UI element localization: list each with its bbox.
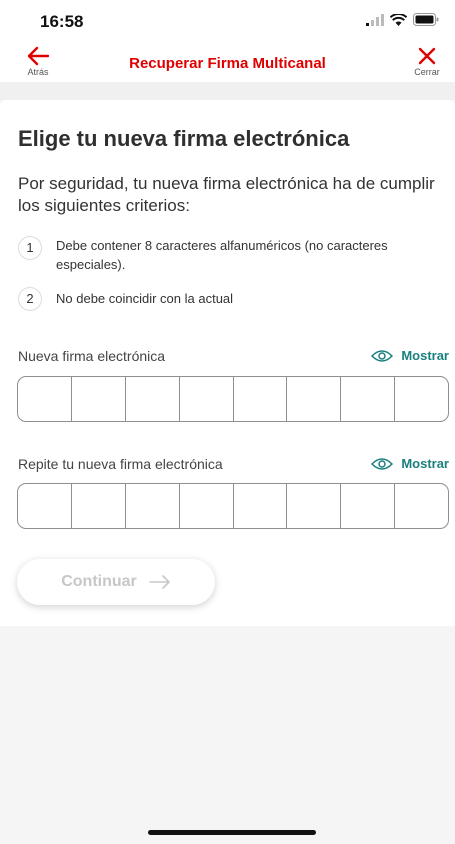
show-label: Mostrar (401, 456, 449, 471)
pin-cell[interactable] (341, 377, 396, 421)
criterion-item: 2 No debe coincidir con la actual (18, 287, 431, 311)
repeat-signature-label: Repite tu nueva firma electrónica (18, 456, 223, 472)
show-new-signature-toggle[interactable]: Mostrar (371, 348, 449, 363)
pin-cell[interactable] (72, 377, 126, 421)
section-heading: Elige tu nueva firma electrónica (18, 126, 350, 151)
pin-cell[interactable] (287, 377, 342, 421)
show-repeat-signature-toggle[interactable]: Mostrar (371, 456, 449, 471)
eye-icon (371, 349, 394, 362)
continue-button[interactable]: Continuar (17, 559, 215, 605)
separator (0, 82, 455, 100)
close-icon (418, 47, 436, 65)
criterion-text: No debe coincidir con la actual (56, 291, 234, 306)
pin-cell[interactable] (18, 377, 72, 421)
status-time: 16:58 (40, 12, 84, 31)
pin-cell[interactable] (126, 377, 180, 421)
pin-cell[interactable] (395, 377, 448, 421)
wifi-icon (390, 13, 407, 26)
intro-text: Por seguridad, tu nueva firma electrónic… (18, 174, 435, 215)
page-title: Recuperar Firma Multicanal (129, 55, 326, 72)
content-card: Elige tu nueva firma electrónica Por seg… (0, 100, 455, 626)
navigation-bar: Atrás Recuperar Firma Multicanal Cerrar (0, 44, 455, 82)
repeat-signature-input[interactable] (17, 483, 449, 529)
pin-cell[interactable] (234, 484, 288, 528)
eye-icon (371, 457, 394, 470)
pin-cell[interactable] (287, 484, 342, 528)
new-signature-input[interactable] (17, 376, 449, 422)
continue-label: Continuar (61, 573, 137, 590)
battery-icon (413, 13, 439, 26)
pin-cell[interactable] (72, 484, 126, 528)
pin-cell[interactable] (180, 377, 234, 421)
close-label: Cerrar (414, 67, 440, 77)
criterion-text: Debe contener 8 caracteres alfanuméricos… (56, 238, 388, 272)
pin-cell[interactable] (18, 484, 72, 528)
pin-cell[interactable] (395, 484, 448, 528)
status-bar: 16:58 (0, 0, 455, 44)
close-button[interactable]: Cerrar (407, 46, 447, 80)
show-label: Mostrar (401, 348, 449, 363)
criterion-number: 1 (18, 236, 42, 260)
pin-cell[interactable] (126, 484, 180, 528)
new-signature-label: Nueva firma electrónica (18, 348, 166, 364)
criterion-number: 2 (18, 287, 42, 311)
pin-cell[interactable] (341, 484, 396, 528)
home-indicator (148, 830, 316, 835)
signal-icon (366, 13, 384, 26)
status-icons (366, 13, 439, 26)
criterion-item: 1 Debe contener 8 caracteres alfanuméric… (18, 236, 431, 274)
pin-cell[interactable] (234, 377, 288, 421)
pin-cell[interactable] (180, 484, 234, 528)
arrow-right-icon (148, 575, 170, 589)
